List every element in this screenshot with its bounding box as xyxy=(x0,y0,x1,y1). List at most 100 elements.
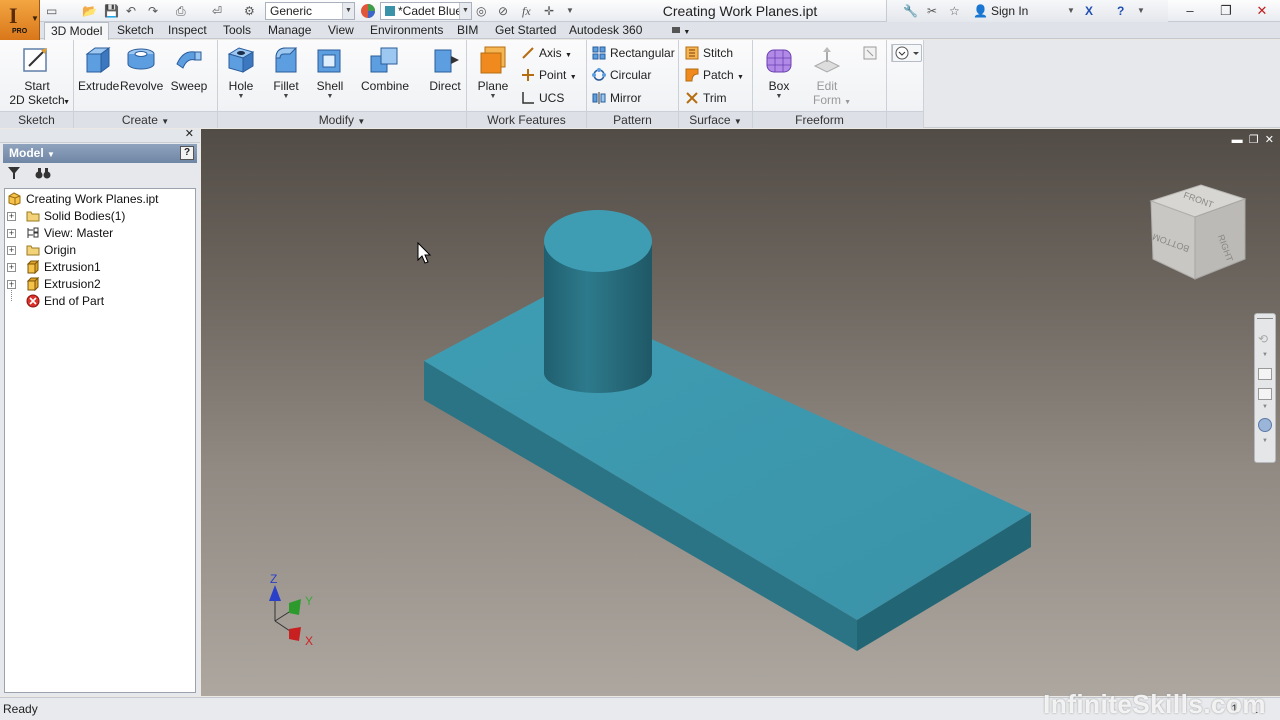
ribbon-tab-bar: 3D Model Sketch Inspect Tools Manage Vie… xyxy=(40,22,1280,40)
tab-view[interactable]: View xyxy=(328,22,354,39)
combine-button[interactable]: Combine xyxy=(358,44,412,93)
stitch-button[interactable]: Stitch xyxy=(685,44,733,62)
binoculars-icon[interactable] xyxy=(35,166,51,183)
panel-title-pattern: Pattern xyxy=(587,111,678,128)
manage-rule-icon[interactable] xyxy=(861,44,887,62)
browser-help-button[interactable]: ? xyxy=(180,146,194,160)
add-icon[interactable]: ✛ xyxy=(544,3,554,19)
cylinder-top-face[interactable] xyxy=(544,210,652,272)
panel-title-surface[interactable]: Surface ▼ xyxy=(679,111,752,128)
pan-icon[interactable] xyxy=(1258,368,1272,380)
expand-icon[interactable]: + xyxy=(7,229,16,238)
expand-icon[interactable]: + xyxy=(7,246,16,255)
tab-sketch[interactable]: Sketch xyxy=(117,22,154,39)
close-browser-icon[interactable]: ✕ xyxy=(185,127,194,140)
tab-inspect[interactable]: Inspect xyxy=(168,22,207,39)
revolve-button[interactable]: Revolve xyxy=(120,44,163,93)
hole-label: Hole xyxy=(228,79,254,93)
ribbon-options-icon[interactable]: ▼ xyxy=(672,22,690,39)
expand-icon[interactable]: + xyxy=(7,263,16,272)
cylinder-boss[interactable] xyxy=(544,210,652,393)
steering-wheel-icon[interactable]: ⟲ xyxy=(1258,332,1268,346)
help-icon[interactable]: ? xyxy=(1117,3,1124,19)
hole-button[interactable]: Hole ▼ xyxy=(224,44,258,101)
close-button[interactable]: ✕ xyxy=(1244,0,1280,22)
model-canvas xyxy=(417,210,1031,651)
tab-autodesk-360[interactable]: Autodesk 360 xyxy=(569,22,642,39)
viewcube[interactable]: FRONT RIGHT BOTTOM xyxy=(1143,179,1253,289)
plane-button[interactable]: Plane ▼ xyxy=(473,44,513,101)
base-plate[interactable] xyxy=(424,293,1031,651)
shell-button[interactable]: Shell ▼ xyxy=(312,44,348,101)
rectangular-button[interactable]: Rectangular xyxy=(592,44,675,62)
tools-icon[interactable]: ✂ xyxy=(927,3,937,19)
combine-label: Combine xyxy=(360,79,410,93)
axis-triad: Z Y X xyxy=(261,571,331,651)
tab-bim[interactable]: BIM xyxy=(457,22,478,39)
minimize-button[interactable]: – xyxy=(1172,0,1208,22)
chevron-down-icon[interactable]: ▼ xyxy=(1067,3,1075,19)
browser-title[interactable]: Model ▼ ? xyxy=(3,144,197,163)
open-icon[interactable]: 📂 xyxy=(82,3,97,19)
tree-node-label: Creating Work Planes.ipt xyxy=(26,192,159,206)
update-icon[interactable]: ⚙ xyxy=(244,3,255,19)
surface-title: Surface xyxy=(689,113,731,127)
maximize-button[interactable]: ❐ xyxy=(1208,0,1244,22)
undo-icon[interactable]: ↶ xyxy=(126,3,136,19)
mirror-button[interactable]: Mirror xyxy=(592,89,641,107)
wrench-icon[interactable]: 🔧 xyxy=(903,3,918,19)
point-button[interactable]: Point ▼ xyxy=(521,66,577,84)
tab-manage[interactable]: Manage xyxy=(268,22,311,39)
adjust-icon[interactable]: ◎ xyxy=(476,3,486,19)
trim-button[interactable]: Trim xyxy=(685,89,727,107)
tab-tools[interactable]: Tools xyxy=(223,22,251,39)
tab-3d-model[interactable]: 3D Model xyxy=(44,22,110,40)
panel-options-button[interactable] xyxy=(892,44,922,62)
start-2d-sketch-button[interactable]: Start 2D Sketch ▼ xyxy=(6,44,70,107)
chevron-down-icon[interactable]: ▼ xyxy=(1262,404,1268,410)
ucs-button[interactable]: UCS xyxy=(521,89,564,107)
redo-icon[interactable]: ↷ xyxy=(148,3,158,19)
print-icon[interactable]: ⎙ xyxy=(176,3,186,19)
patch-button[interactable]: Patch ▼ xyxy=(685,66,744,84)
appearance-select[interactable]: *Cadet Blue ▼ xyxy=(380,2,472,20)
edit-label: Edit xyxy=(816,79,838,93)
fx-icon[interactable]: fx xyxy=(522,3,531,19)
chevron-down-icon[interactable]: ▼ xyxy=(1262,438,1268,444)
chevron-down-icon[interactable]: ▼ xyxy=(1262,352,1268,358)
box-button[interactable]: Box ▼ xyxy=(759,44,799,101)
orbit-icon[interactable] xyxy=(1258,418,1272,432)
axis-button[interactable]: Axis ▼ xyxy=(521,44,572,62)
sweep-button[interactable]: Sweep xyxy=(168,44,210,93)
tab-get-started[interactable]: Get Started xyxy=(495,22,556,39)
new-icon[interactable]: ▭ xyxy=(46,3,57,19)
ribbon-empty-area xyxy=(924,40,1280,128)
exchange-icon[interactable]: X xyxy=(1085,3,1093,19)
return-icon[interactable]: ⏎ xyxy=(212,3,222,19)
qa-customize-icon[interactable]: ▼ xyxy=(566,3,574,19)
application-menu-button[interactable]: I PRO ▼ xyxy=(0,0,40,40)
direct-button[interactable]: Direct xyxy=(426,44,464,93)
panel-title-modify[interactable]: Modify ▼ xyxy=(218,111,466,128)
extrude-button[interactable]: Extrude xyxy=(78,44,119,93)
modify-title: Modify xyxy=(318,113,355,127)
rectangular-pattern-icon xyxy=(592,46,606,60)
sweep-label: Sweep xyxy=(170,79,208,93)
circular-button[interactable]: Circular xyxy=(592,66,651,84)
expand-icon[interactable]: + xyxy=(7,212,16,221)
star-icon[interactable]: ☆ xyxy=(949,3,960,19)
panel-title-create[interactable]: Create ▼ xyxy=(74,111,217,128)
patch-label: Patch xyxy=(703,68,734,82)
save-icon[interactable]: 💾 xyxy=(104,3,119,19)
filter-icon[interactable] xyxy=(7,166,21,183)
edit-form-button[interactable]: Edit Form ▼ xyxy=(807,44,851,107)
fillet-button[interactable]: Fillet ▼ xyxy=(268,44,304,101)
browser-toolbar xyxy=(3,163,197,187)
zoom-icon[interactable] xyxy=(1258,388,1272,400)
tab-environments[interactable]: Environments xyxy=(370,22,443,39)
material-select[interactable]: Generic ▼ xyxy=(265,2,355,20)
sign-in-link[interactable]: Sign In xyxy=(991,3,1028,19)
graphics-viewport[interactable]: ▬ ❐ ✕ FRONT RIGHT BOTTOM ⟲ ▼ ▼ ▼ Z Y X xyxy=(201,129,1280,696)
chevron-down-icon[interactable]: ▼ xyxy=(1137,3,1145,19)
clear-override-icon[interactable]: ⊘ xyxy=(498,3,508,19)
